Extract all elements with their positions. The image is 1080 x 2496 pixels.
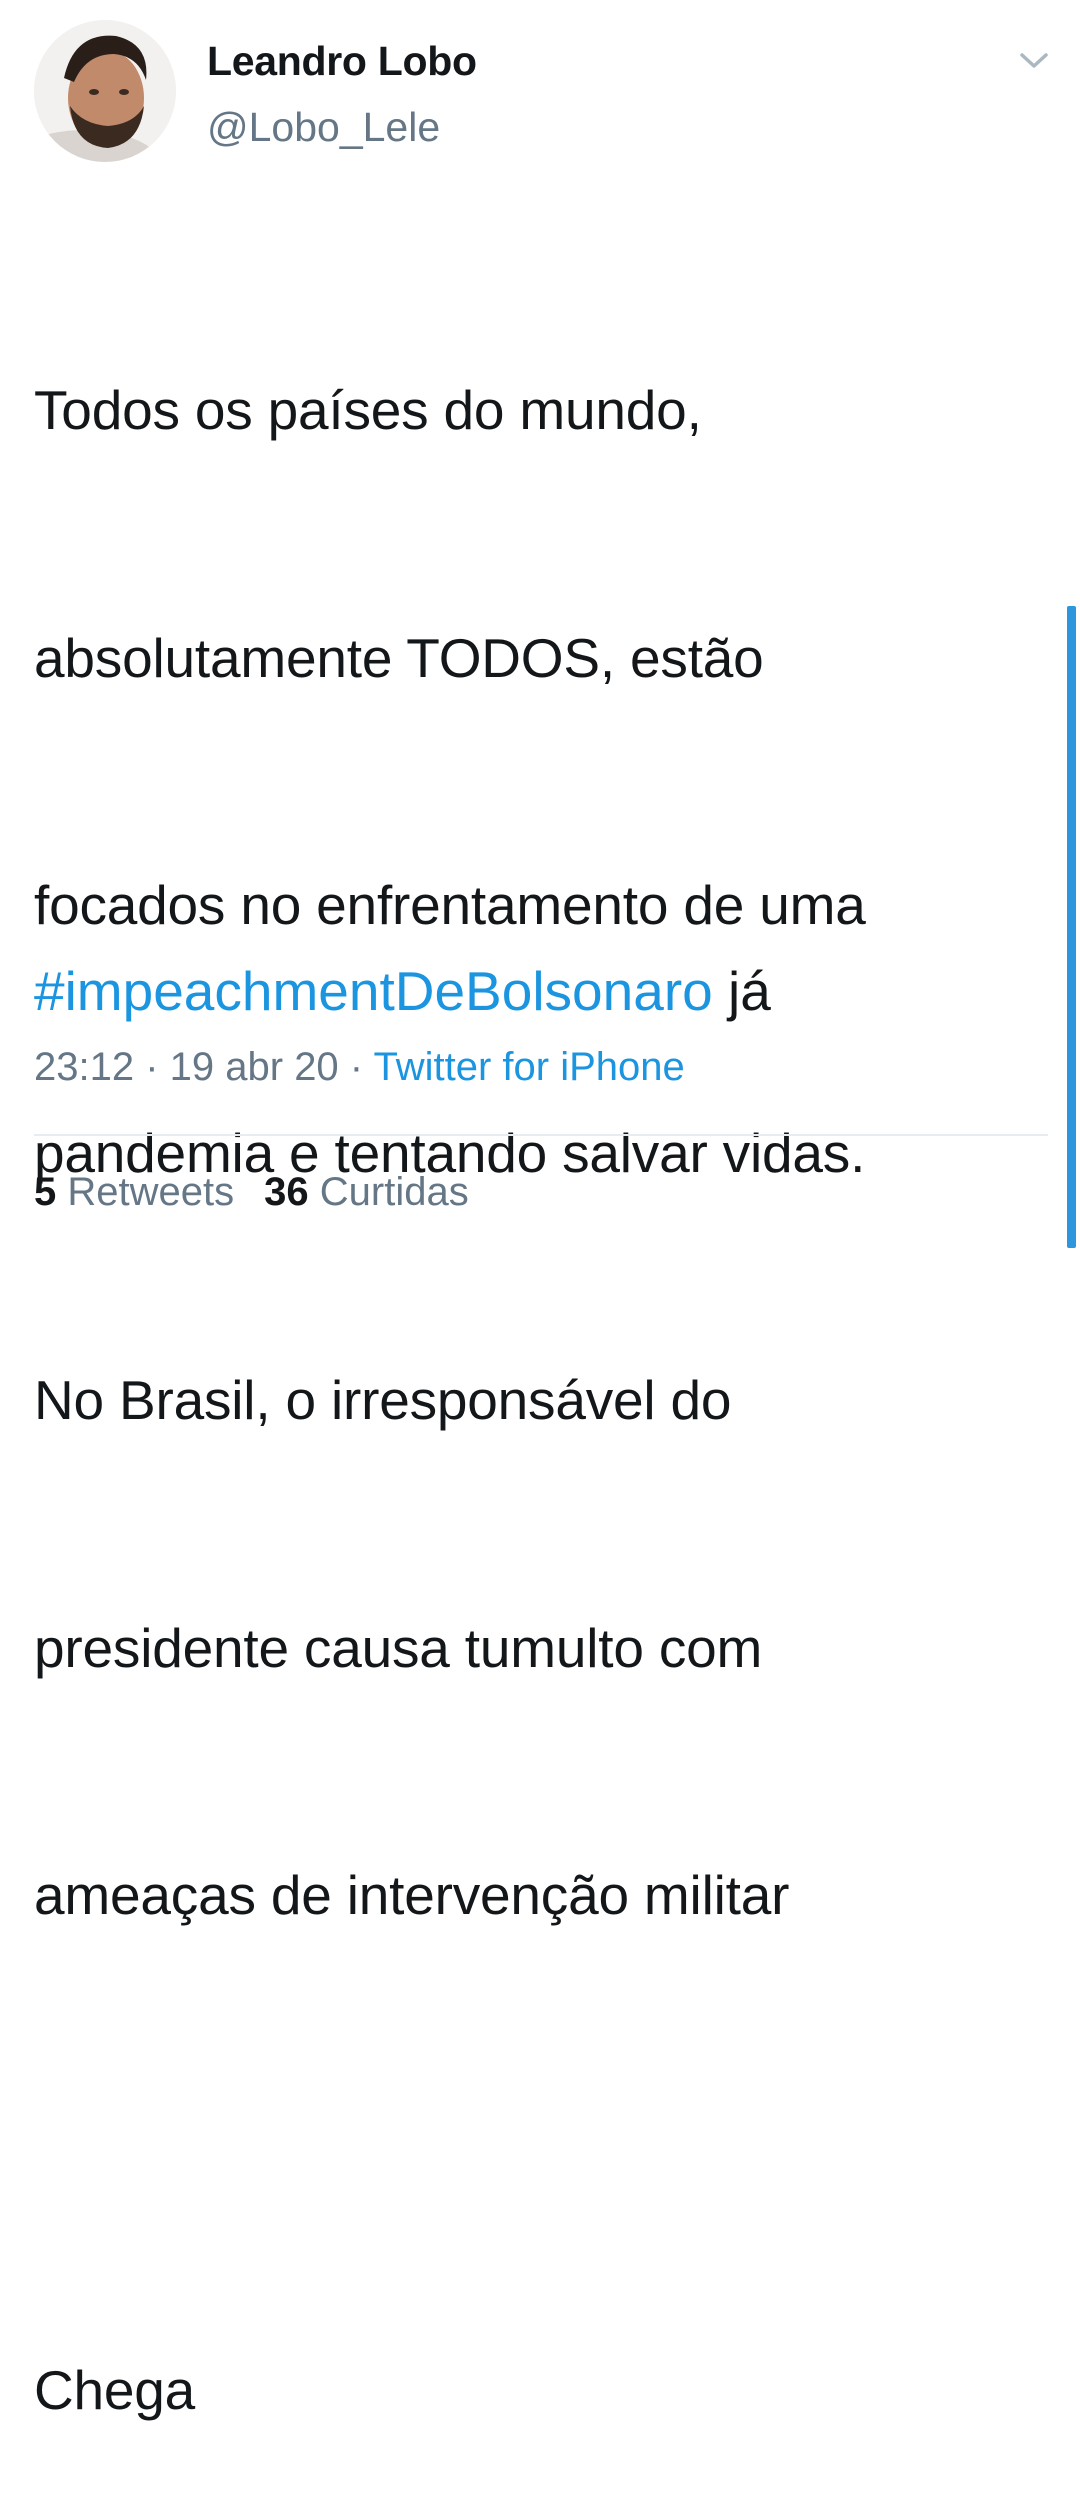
tweet-time[interactable]: 23:12 <box>34 1045 134 1089</box>
tweet-line: No Brasil, o irresponsável do <box>34 1369 732 1431</box>
meta-separator: · <box>338 1045 374 1089</box>
tweet-text: Todos os países do mundo, absolutamente … <box>34 204 1064 2496</box>
author-display-name[interactable]: Leandro Lobo <box>207 38 477 85</box>
tweet-line: presidente causa tumulto com <box>34 1616 763 1679</box>
avatar-image <box>34 20 176 162</box>
tweet-date[interactable]: 19 abr 20 <box>170 1045 339 1089</box>
tweet-line: Todos os países do mundo, <box>34 379 702 441</box>
retweets-stat[interactable]: 5 Retweets <box>34 1170 234 1214</box>
tweet-line <box>34 2102 1064 2185</box>
tweet-line: ameaças de intervenção militar <box>34 1864 790 1926</box>
tweet-trailing-text: já <box>712 960 771 1022</box>
author-handle[interactable]: @Lobo_Lele <box>207 104 440 151</box>
likes-count: 36 <box>264 1170 309 1214</box>
tweet-stats: 5 Retweets 36 Curtidas <box>34 1170 499 1215</box>
meta-separator: · <box>134 1045 170 1089</box>
divider <box>34 1134 1048 1136</box>
tweet-line: focados no enfrentamento de uma <box>34 874 866 936</box>
likes-label: Curtidas <box>319 1170 469 1214</box>
chevron-down-icon[interactable] <box>1016 46 1052 74</box>
likes-stat[interactable]: 36 Curtidas <box>264 1170 469 1214</box>
retweets-count: 5 <box>34 1170 57 1214</box>
tweet-line: absolutamente TODOS, estão <box>34 626 764 689</box>
retweets-label: Retweets <box>67 1170 235 1214</box>
hashtag-link[interactable]: #impeachmentDeBolsonaro <box>34 960 713 1022</box>
tweet-source-link[interactable]: Twitter for iPhone <box>374 1045 685 1089</box>
scrollbar[interactable] <box>1067 606 1076 1248</box>
tweet-meta: 23:12 · 19 abr 20 · Twitter for iPhone <box>34 1045 685 1090</box>
hashtag-line: #impeachmentDeBolsonaro já <box>34 950 771 1033</box>
avatar[interactable] <box>34 20 176 162</box>
tweet-line: Chega <box>34 2359 196 2421</box>
